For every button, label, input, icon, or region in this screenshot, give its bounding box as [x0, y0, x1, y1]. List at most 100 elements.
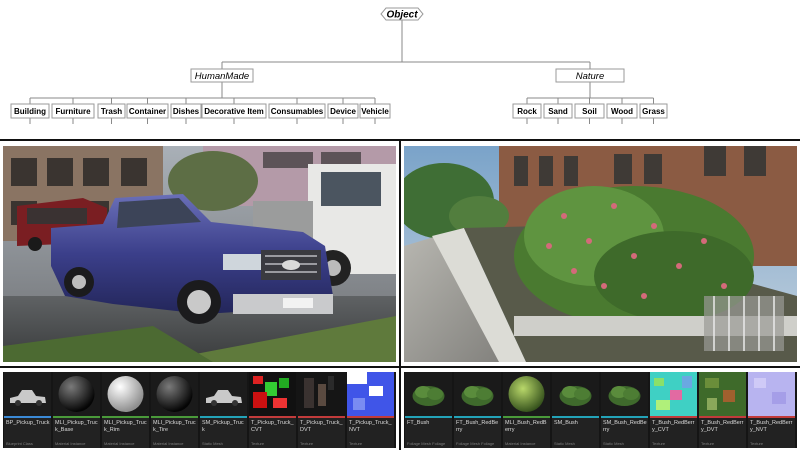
svg-text:Trash: Trash	[101, 107, 122, 116]
svg-text:Sand: Sand	[548, 107, 568, 116]
tree-leaf-device[interactable]: Device	[327, 103, 359, 119]
tree-group-nature[interactable]: Nature	[555, 68, 625, 83]
tree-leaf-dishes[interactable]: Dishes	[170, 103, 202, 119]
asset-type-color-bar	[454, 416, 501, 418]
asset-type: Material Instance	[153, 441, 184, 446]
asset-thumbnail	[454, 372, 501, 416]
asset-name: T_Pickup_Truck_NVT	[349, 420, 392, 433]
asset-type-color-bar	[699, 416, 746, 418]
asset-type-color-bar	[503, 416, 550, 418]
tree-leaf-rock[interactable]: Rock	[512, 103, 542, 119]
tree-leaf-furniture[interactable]: Furniture	[51, 103, 95, 119]
svg-text:Grass: Grass	[642, 107, 665, 116]
asset-tile[interactable]: T_Bush_RedBerry_DVT Texture	[699, 372, 746, 448]
tree-leaf-sand[interactable]: Sand	[543, 103, 573, 119]
tree-leaf-decorative-item[interactable]: Decorative Item	[201, 103, 267, 119]
asset-type-color-bar	[748, 416, 795, 418]
asset-tile[interactable]: FT_Bush Foliage Mesh Foliage	[405, 372, 452, 448]
asset-thumbnail	[405, 372, 452, 416]
asset-thumbnail	[298, 372, 345, 416]
asset-tile[interactable]: MLI_Pickup_Truck_Tire Material Instance	[151, 372, 198, 448]
asset-type: Blueprint Class	[6, 441, 33, 446]
asset-type-color-bar	[347, 416, 394, 418]
asset-type-color-bar	[200, 416, 247, 418]
asset-name: FT_Bush_RedBerry	[456, 420, 499, 433]
svg-text:Rock: Rock	[517, 107, 537, 116]
asset-type-color-bar	[405, 416, 452, 418]
svg-text:Furniture: Furniture	[55, 107, 91, 116]
asset-type: Texture	[750, 441, 764, 446]
asset-type: Texture	[300, 441, 314, 446]
asset-tile[interactable]: T_Bush_RedBerry_NVT Texture	[748, 372, 795, 448]
asset-type-color-bar	[249, 416, 296, 418]
asset-tile[interactable]: SM_Bush_RedBerry Static Mesh	[601, 372, 648, 448]
svg-text:Device: Device	[330, 107, 356, 116]
tree-group-label: HumanMade	[195, 71, 249, 82]
asset-tile[interactable]: MLI_Pickup_Truck_Rim Material Instance	[102, 372, 149, 448]
svg-text:Wood: Wood	[611, 107, 633, 116]
asset-type-color-bar	[53, 416, 100, 418]
asset-name: T_Bush_RedBerry_CVT	[652, 420, 695, 433]
tree-root-node[interactable]: Object	[380, 7, 424, 21]
asset-tile[interactable]: T_Bush_RedBerry_CVT Texture	[650, 372, 697, 448]
tree-leaf-consumables[interactable]: Consumables	[268, 103, 326, 119]
asset-thumbnail	[748, 372, 795, 416]
asset-type: Foliage Mesh Foliage	[456, 441, 495, 446]
asset-thumbnail	[347, 372, 394, 416]
svg-text:Consumables: Consumables	[271, 107, 324, 116]
asset-name: MLI_Pickup_Truck_Tire	[153, 420, 196, 433]
asset-type: Texture	[349, 441, 363, 446]
asset-thumbnail	[249, 372, 296, 416]
tree-group-humanmade[interactable]: HumanMade	[190, 68, 254, 83]
tree-leaf-grass[interactable]: Grass	[639, 103, 668, 119]
svg-text:Container: Container	[129, 107, 166, 116]
tree-leaf-building[interactable]: Building	[10, 103, 50, 119]
asset-type-color-bar	[650, 416, 697, 418]
asset-name: MLI_Pickup_Truck_Base	[55, 420, 98, 433]
asset-thumbnail	[650, 372, 697, 416]
svg-text:Building: Building	[14, 107, 46, 116]
asset-tile[interactable]: T_Pickup_Truck_CVT Texture	[249, 372, 296, 448]
render-bush-scene	[404, 146, 797, 362]
asset-name: SM_Pickup_Truck	[202, 420, 244, 433]
asset-tile[interactable]: MLI_Pickup_Truck_Base Material Instance	[53, 372, 100, 448]
asset-type: Static Mesh	[202, 441, 223, 446]
tree-leaf-vehicle[interactable]: Vehicle	[359, 103, 391, 119]
tree-leaf-soil[interactable]: Soil	[574, 103, 605, 119]
asset-tile[interactable]: MLI_Bush_RedBerry Material Instance	[503, 372, 550, 448]
asset-tile[interactable]: FT_Bush_RedBerry Foliage Mesh Foliage	[454, 372, 501, 448]
asset-name: SM_Bush_RedBerry	[603, 420, 647, 433]
asset-type: Texture	[251, 441, 265, 446]
asset-type: Texture	[652, 441, 666, 446]
divider-vertical	[399, 139, 401, 450]
tree-leaf-container[interactable]: Container	[126, 103, 169, 119]
asset-type: Texture	[701, 441, 715, 446]
asset-type: Foliage Mesh Foliage	[407, 441, 446, 446]
asset-thumbnail	[200, 372, 247, 416]
asset-type: Material Instance	[55, 441, 86, 446]
asset-type-color-bar	[151, 416, 198, 418]
asset-thumbnail	[53, 372, 100, 416]
tree-root-label: Object	[386, 10, 418, 21]
asset-thumbnail	[503, 372, 550, 416]
svg-text:Dishes: Dishes	[173, 107, 200, 116]
tree-group-label: Nature	[576, 71, 605, 82]
asset-type: Material Instance	[505, 441, 536, 446]
asset-name: T_Bush_RedBerry_DVT	[701, 420, 744, 433]
tree-leaf-trash[interactable]: Trash	[97, 103, 126, 119]
asset-thumbnail	[699, 372, 746, 416]
taxonomy-tree: Object HumanMade Nature Building Furnitu…	[10, 7, 668, 124]
svg-text:Vehicle: Vehicle	[361, 107, 389, 116]
asset-tile[interactable]: SM_Bush Static Mesh	[552, 372, 599, 448]
asset-strip-pickup-truck: BP_Pickup_Truck Blueprint Class MLI_Pickup…	[3, 372, 396, 448]
asset-name: T_Pickup_Truck_CVT	[251, 420, 294, 433]
asset-thumbnail	[102, 372, 149, 416]
tree-leaf-wood[interactable]: Wood	[606, 103, 638, 119]
asset-tile[interactable]: SM_Pickup_Truck Static Mesh	[200, 372, 247, 448]
asset-name: MLI_Pickup_Truck_Rim	[104, 420, 147, 433]
asset-type-color-bar	[102, 416, 149, 418]
asset-thumbnail	[552, 372, 599, 416]
asset-tile[interactable]: T_Pickup_Truck_NVT Texture	[347, 372, 394, 448]
asset-tile[interactable]: BP_Pickup_Truck Blueprint Class	[4, 372, 51, 448]
asset-tile[interactable]: T_Pickup_Truck_DVT Texture	[298, 372, 345, 448]
